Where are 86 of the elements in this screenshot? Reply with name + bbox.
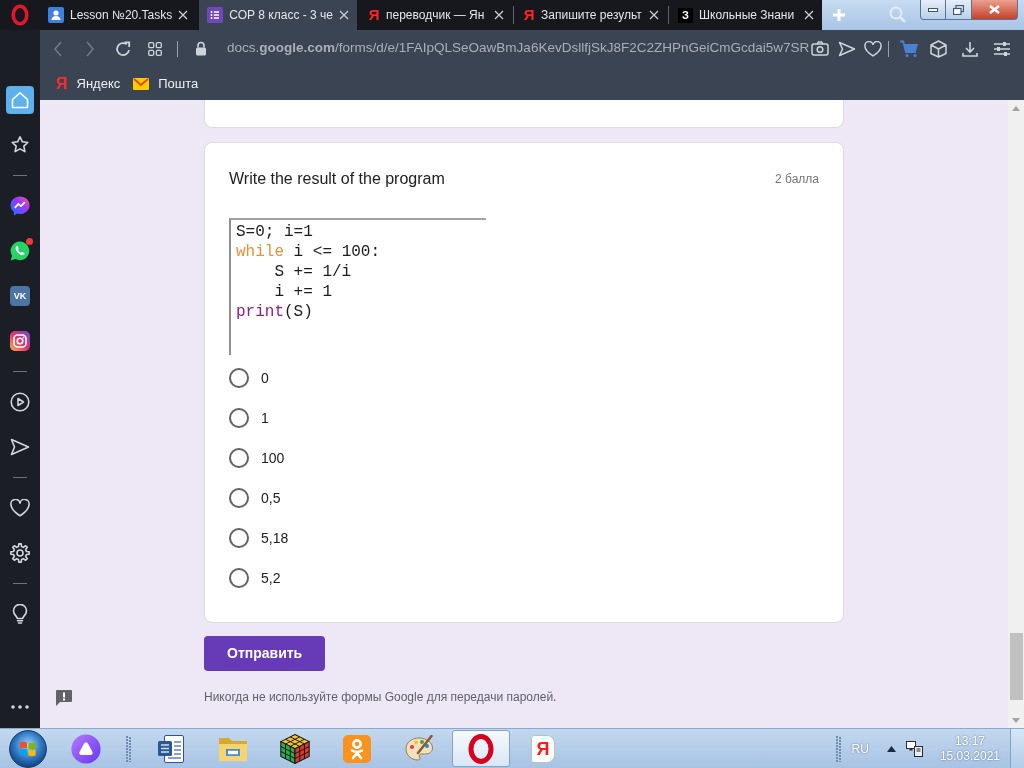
- browser-tab[interactable]: Я Запишите результ: [515, 0, 667, 30]
- taskbar-button[interactable]: [452, 730, 510, 767]
- option-label[interactable]: 100: [261, 447, 285, 469]
- restore-button[interactable]: [946, 0, 972, 20]
- letter-tile-icon[interactable]: VK: [10, 286, 30, 306]
- scrollbar-thumb[interactable]: [1009, 633, 1023, 700]
- radio-button[interactable]: [229, 568, 249, 588]
- letter-icon: Я: [56, 74, 68, 93]
- bulb-icon[interactable]: [12, 604, 28, 624]
- letter-tile-icon: З: [678, 7, 693, 23]
- start-icon[interactable]: [9, 729, 47, 768]
- restore-icon: [953, 4, 964, 15]
- phone-bubble-icon[interactable]: [10, 241, 30, 261]
- browser-tab[interactable]: Я переводчик — Ян: [360, 0, 512, 30]
- browser-tab[interactable]: З Школьные Знани: [670, 0, 822, 30]
- close-button[interactable]: [972, 0, 1018, 20]
- code-line: i += 1: [274, 282, 332, 302]
- play-circle-icon[interactable]: [10, 392, 30, 412]
- close-icon[interactable]: [804, 10, 814, 20]
- radio-button[interactable]: [229, 368, 249, 388]
- option-label[interactable]: 0,5: [261, 487, 281, 509]
- sliders-icon[interactable]: [993, 41, 1011, 56]
- radio-button[interactable]: [229, 528, 249, 548]
- close-icon[interactable]: [649, 10, 659, 20]
- close-icon[interactable]: [178, 10, 189, 20]
- heart-icon[interactable]: [10, 499, 30, 517]
- radio-button[interactable]: [229, 448, 249, 468]
- scrollbar[interactable]: [1008, 100, 1024, 728]
- radio-button[interactable]: [229, 488, 249, 508]
- cube-icon[interactable]: [930, 39, 947, 58]
- more-icon[interactable]: [11, 705, 29, 709]
- star-icon[interactable]: [10, 135, 30, 155]
- send-icon[interactable]: [10, 438, 30, 456]
- grip-icon[interactable]: [125, 735, 131, 762]
- minimize-icon: [928, 7, 938, 12]
- download-icon[interactable]: [962, 40, 978, 57]
- question-title: Write the result of the program: [229, 169, 445, 189]
- code-line: S += 1/i: [274, 262, 352, 282]
- orb-icon[interactable]: [71, 733, 101, 764]
- figure-tile-icon[interactable]: [343, 734, 371, 763]
- grid-icon[interactable]: [148, 41, 162, 56]
- close-icon[interactable]: [494, 10, 504, 20]
- close-icon[interactable]: [339, 10, 349, 20]
- feedback-icon[interactable]: [55, 689, 73, 707]
- person-icon: [48, 7, 64, 23]
- tray-arrow-icon[interactable]: [886, 745, 896, 752]
- camera-app-icon[interactable]: [10, 331, 30, 351]
- lock-icon: [195, 41, 207, 56]
- document-icon[interactable]: [157, 733, 185, 764]
- grip-icon[interactable]: [835, 735, 841, 762]
- heart-icon[interactable]: [864, 40, 882, 57]
- palette-icon[interactable]: [404, 734, 434, 763]
- letter-icon: Я: [368, 7, 380, 23]
- option-label[interactable]: 0: [261, 367, 269, 389]
- opera-logo-icon[interactable]: [11, 4, 29, 26]
- minimize-button[interactable]: [920, 0, 946, 20]
- cart-icon[interactable]: [899, 39, 919, 58]
- list-icon: [207, 7, 224, 23]
- close-icon: [989, 5, 1000, 14]
- puzzle-cube-icon[interactable]: [280, 733, 310, 764]
- folder-icon[interactable]: [217, 735, 249, 762]
- reload-icon[interactable]: [115, 40, 131, 57]
- settings-icon[interactable]: [10, 543, 30, 563]
- bookmark-link[interactable]: Пошта: [133, 73, 199, 94]
- code-line: while i <= 100:: [236, 242, 381, 262]
- chat-bubble-icon[interactable]: [10, 196, 30, 216]
- points-label: 2 балла: [775, 171, 819, 188]
- submit-button[interactable]: Отправить: [204, 636, 326, 671]
- send-icon[interactable]: [838, 40, 856, 57]
- browser-tab[interactable]: Lesson №20.Tasks: [40, 0, 197, 30]
- code-line: S=0; i=1: [236, 222, 313, 242]
- browser-tab[interactable]: СОР 8 класс - 3 че: [199, 0, 357, 30]
- letter-tile-icon[interactable]: Я: [531, 734, 555, 763]
- network-icon[interactable]: [905, 739, 924, 758]
- envelope-icon: [133, 77, 150, 90]
- home-icon[interactable]: [6, 86, 34, 114]
- option-label[interactable]: 5,2: [261, 567, 281, 589]
- password-warning-text: Никогда не используйте формы Google для передачи паролей.: [204, 689, 558, 705]
- bookmark-link[interactable]: Я Яндекс: [56, 73, 121, 94]
- ring-icon[interactable]: [468, 733, 494, 764]
- code-line: print(S): [236, 302, 313, 322]
- radio-button[interactable]: [229, 408, 249, 428]
- option-label[interactable]: 1: [261, 407, 269, 429]
- option-label[interactable]: 5,18: [261, 527, 289, 549]
- camera-icon[interactable]: [811, 41, 829, 56]
- letter-icon: Я: [523, 7, 535, 23]
